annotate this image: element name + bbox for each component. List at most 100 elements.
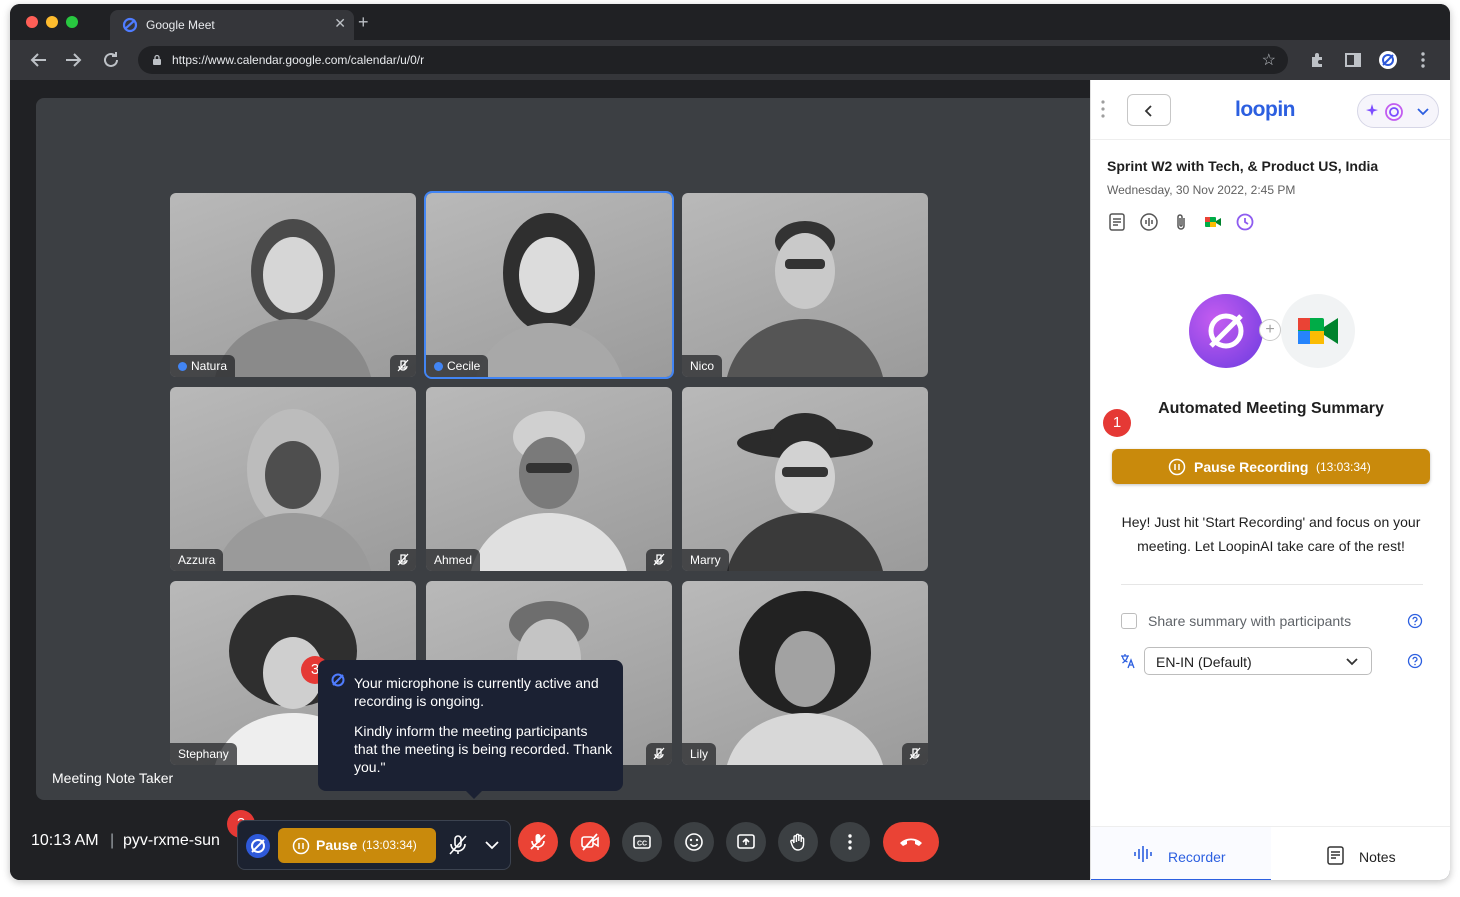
tab-title: Google Meet: [146, 18, 215, 32]
participant-tile[interactable]: Ahmed: [426, 387, 672, 571]
participant-tile[interactable]: Lily: [682, 581, 928, 765]
meeting-title: Sprint W2 with Tech, & Product US, India: [1107, 158, 1379, 174]
captions-button[interactable]: CC: [622, 822, 662, 862]
tab-notes[interactable]: Notes: [1271, 827, 1450, 880]
extensions-puzzle-icon[interactable]: [1308, 50, 1328, 70]
chevron-down-icon: [1346, 658, 1358, 666]
stage-label: Meeting Note Taker: [52, 770, 174, 786]
loopin-side-panel: loopin Sprint W2 with Tech, & Product US…: [1090, 80, 1450, 880]
raise-hand-icon: [790, 833, 805, 851]
participant-name-tag: Cecile: [426, 355, 489, 377]
url-text: https://www.calendar.google.com/calendar…: [172, 53, 425, 67]
pause-button[interactable]: Pause (13:03:34): [278, 828, 436, 863]
clock-icon[interactable]: [1235, 212, 1255, 232]
language-select[interactable]: EN-IN (Default): [1144, 647, 1372, 675]
chevron-down-icon: [1417, 108, 1429, 116]
loopin-logo-icon: [1189, 294, 1263, 368]
present-screen-button[interactable]: [726, 822, 766, 862]
browser-toolbar: https://www.calendar.google.com/calendar…: [10, 40, 1450, 80]
participant-tile[interactable]: Natura: [170, 193, 416, 377]
participant-name-tag: Nico: [682, 355, 723, 377]
help-circle-icon[interactable]: [1407, 613, 1423, 629]
emoji-icon: [685, 833, 703, 851]
muted-mic-icon: [902, 743, 928, 765]
reload-icon[interactable]: [100, 49, 122, 71]
pause-label: Pause: [316, 837, 358, 853]
loopin-extension-icon[interactable]: [1378, 50, 1398, 70]
tab-recorder[interactable]: Recorder: [1091, 827, 1271, 880]
close-tab-icon[interactable]: ✕: [334, 15, 346, 32]
mic-off-icon: [530, 834, 546, 850]
chevron-down-icon[interactable]: [482, 835, 502, 855]
close-window-button[interactable]: [26, 16, 38, 28]
language-value: EN-IN (Default): [1156, 654, 1252, 670]
share-summary-checkbox[interactable]: [1121, 613, 1137, 629]
participant-name-tag: Marry: [682, 549, 729, 571]
raise-hand-button[interactable]: [778, 822, 818, 862]
participant-video: [727, 591, 883, 765]
help-circle-icon[interactable]: [1407, 653, 1423, 669]
maximize-window-button[interactable]: [66, 16, 78, 28]
participant-video: [471, 411, 627, 571]
bookmark-star-icon[interactable]: ☆: [1262, 50, 1276, 70]
attachment-icon[interactable]: [1171, 212, 1191, 232]
workspace-switcher[interactable]: [1357, 94, 1439, 128]
plus-icon: +: [1259, 319, 1281, 341]
participant-tile[interactable]: Cecile: [424, 191, 674, 379]
present-screen-icon: [737, 834, 755, 849]
audio-wave-icon[interactable]: [1139, 212, 1159, 232]
participant-video: [727, 221, 883, 377]
tab-label: Recorder: [1168, 849, 1226, 865]
tooltip-text-1: Your microphone is currently active and …: [354, 675, 599, 709]
ai-sparkle-icon: [1366, 103, 1403, 121]
google-meet-icon[interactable]: [1203, 212, 1223, 232]
title-bar: Google Meet ✕ +: [10, 4, 1450, 40]
meeting-code: pyv-rxme-sun: [123, 832, 220, 849]
notes-icon: [1327, 846, 1344, 865]
new-tab-icon[interactable]: +: [358, 12, 369, 33]
participant-name-tag: Ahmed: [426, 549, 481, 571]
closed-captions-icon: CC: [633, 835, 651, 849]
verified-badge-icon: [178, 362, 187, 371]
drag-handle-icon[interactable]: [1099, 98, 1107, 120]
participant-tile[interactable]: Marry: [682, 387, 928, 571]
camera-off-icon: [581, 833, 599, 851]
browser-menu-icon[interactable]: [1413, 50, 1433, 70]
pause-recording-button[interactable]: Pause Recording (13:03:34): [1112, 449, 1430, 484]
address-bar[interactable]: https://www.calendar.google.com/calendar…: [138, 46, 1288, 74]
pause-recording-label: Pause Recording: [1194, 459, 1309, 475]
participant-name: Natura: [191, 359, 228, 373]
mic-off-icon[interactable]: [446, 833, 470, 857]
participant-tile[interactable]: Azzura: [170, 387, 416, 571]
mute-mic-button[interactable]: [518, 822, 558, 862]
end-call-button[interactable]: [883, 822, 939, 862]
pause-icon: [1168, 458, 1186, 476]
transcript-icon[interactable]: [1107, 212, 1127, 232]
minimize-window-button[interactable]: [46, 16, 58, 28]
tooltip-text-2: Kindly inform the meeting participants t…: [354, 723, 613, 775]
more-options-button[interactable]: [830, 822, 870, 862]
more-vertical-icon: [848, 834, 852, 850]
participant-video: [476, 213, 622, 377]
back-button[interactable]: [1127, 94, 1171, 126]
pause-recording-timer: (13:03:34): [1316, 460, 1371, 474]
loopin-logo-icon: [331, 673, 345, 687]
camera-off-button[interactable]: [570, 822, 610, 862]
browser-tab[interactable]: Google Meet ✕: [110, 10, 354, 40]
verified-badge-icon: [434, 362, 443, 371]
forward-arrow-icon[interactable]: [62, 49, 84, 71]
meet-area: Natura Cecile Nico Azzura Ahmed Marry St…: [10, 80, 1090, 880]
divider: [1121, 584, 1423, 585]
pause-timer: (13:03:34): [362, 838, 417, 852]
participant-tile[interactable]: Nico: [682, 193, 928, 377]
participant-name-tag: Natura: [170, 355, 236, 377]
muted-mic-icon: [390, 355, 416, 377]
participant-name: Ahmed: [434, 553, 473, 567]
emoji-button[interactable]: [674, 822, 714, 862]
recording-tooltip: Your microphone is currently active and …: [318, 660, 623, 799]
back-arrow-icon[interactable]: [28, 49, 50, 71]
participant-name: Azzura: [178, 553, 216, 567]
participant-name: Nico: [690, 359, 715, 373]
side-panel-icon[interactable]: [1343, 50, 1363, 70]
loopin-logo-icon[interactable]: [246, 834, 270, 858]
